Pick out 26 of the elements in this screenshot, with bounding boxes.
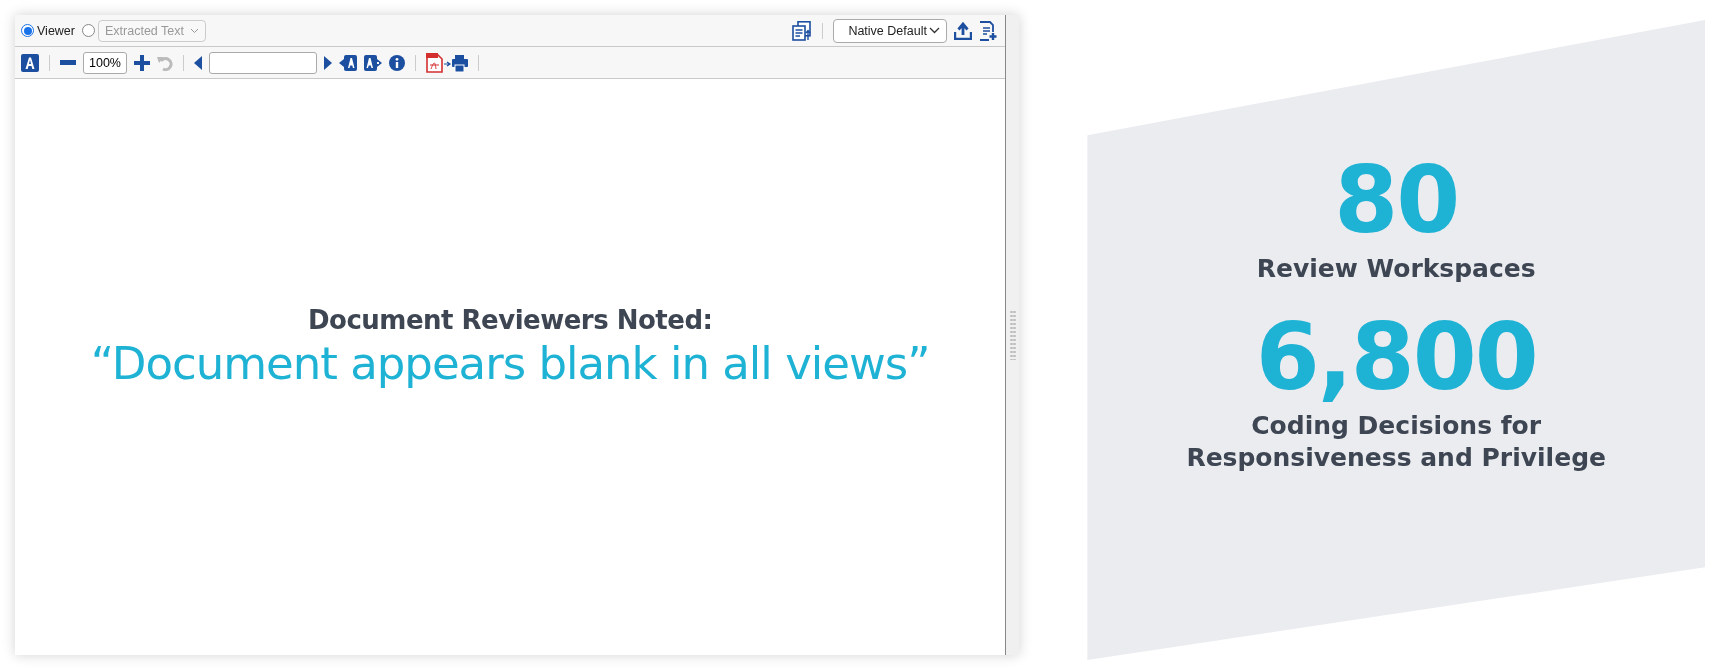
stat-number: 6,800 — [1255, 311, 1537, 404]
stat-number: 80 — [1334, 155, 1459, 248]
zoom-in-icon[interactable] — [134, 54, 150, 71]
info-icon[interactable] — [389, 54, 405, 71]
document-quote: “Document appears blank in all views” — [90, 336, 930, 390]
splitter-handle[interactable] — [1009, 310, 1016, 360]
chevron-down-icon — [929, 27, 941, 34]
stat-label: Coding Decisions for Responsiveness and Privilege — [1186, 409, 1606, 475]
upload-icon[interactable] — [954, 21, 973, 40]
add-document-icon[interactable] — [979, 20, 998, 41]
stat-label: Review Workspaces — [1256, 253, 1536, 286]
document-heading: Document Reviewers Noted: — [307, 304, 713, 335]
zoom-field[interactable]: 100% — [83, 51, 127, 74]
radio-button[interactable] — [82, 24, 95, 37]
chevron-down-icon — [189, 27, 199, 34]
page-number-field[interactable] — [209, 51, 317, 74]
profile-select[interactable]: Native Default — [833, 18, 948, 43]
previous-page-icon[interactable] — [194, 55, 202, 70]
radio-button[interactable] — [21, 24, 34, 37]
next-highlight-icon[interactable] — [364, 54, 382, 71]
previous-highlight-icon[interactable] — [339, 54, 357, 71]
pdf-to-print-icon[interactable] — [426, 52, 468, 73]
document-stack-icon[interactable] — [792, 20, 813, 41]
next-page-icon[interactable] — [324, 55, 332, 70]
radio-label[interactable]: Viewer — [37, 23, 75, 38]
highlight-text-icon[interactable] — [21, 53, 39, 72]
